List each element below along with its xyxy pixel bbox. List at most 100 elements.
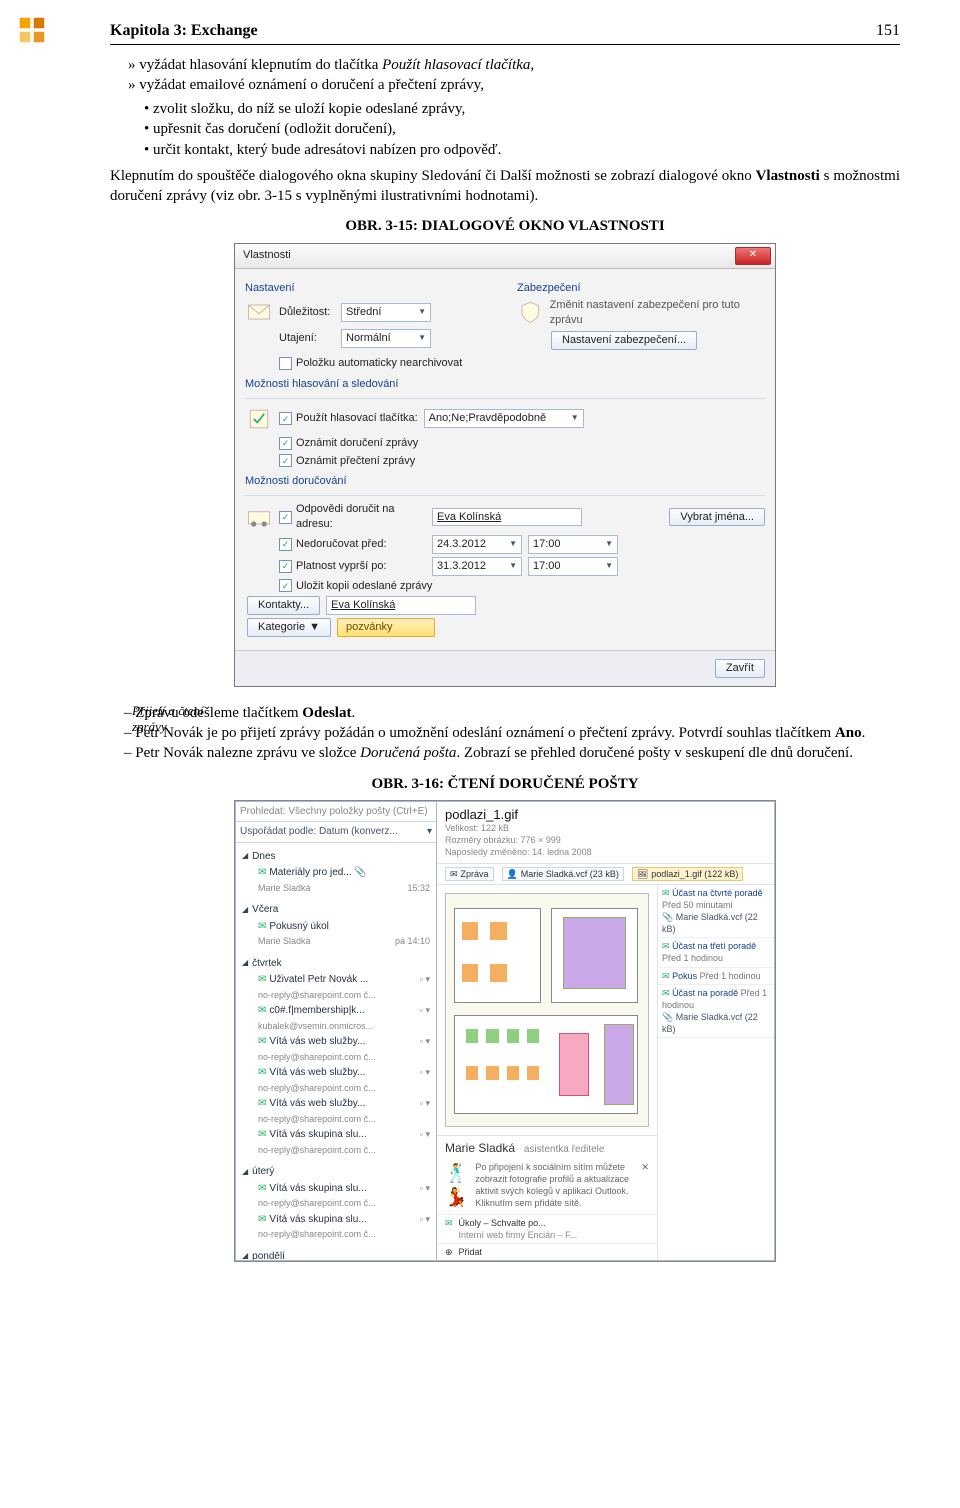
arrow-list: vyžádat hlasování klepnutím do tlačítka … bbox=[110, 55, 900, 96]
list-item[interactable]: kubalek@vsemin.onmicros... bbox=[242, 1019, 430, 1035]
contacts-input[interactable]: Eva Kolínská bbox=[326, 596, 476, 615]
activity-item[interactable]: ✉ Účast na čtvrté poradě Před 50 minutam… bbox=[658, 885, 774, 939]
chevron-down-icon: ▼ bbox=[509, 561, 517, 572]
list-item[interactable]: no-reply@sharepoint.com č... bbox=[242, 1050, 430, 1066]
group-label: Nastavení bbox=[245, 281, 493, 296]
dash-list: Zprávu odešleme tlačítkem Odeslat. Petr … bbox=[110, 703, 900, 764]
activity-item[interactable]: ✉ Účast na poradě Před 1 hodinou📎 Marie … bbox=[658, 985, 774, 1039]
list-group-header[interactable]: čtvrtek bbox=[242, 957, 430, 971]
sensitivity-dropdown[interactable]: Normální▼ bbox=[341, 329, 431, 348]
chevron-down-icon: ▼ bbox=[571, 413, 579, 424]
importance-label: Důležitost: bbox=[279, 305, 335, 320]
figure-caption: OBR. 3-15: DIALOGOVÉ OKNO VLASTNOSTI bbox=[110, 216, 900, 236]
list-item[interactable]: no-reply@sharepoint.com č... bbox=[242, 1196, 430, 1212]
read-receipt-checkbox[interactable]: ✓Oznámit přečtení zprávy bbox=[279, 454, 415, 469]
people-icon: 🕺💃 bbox=[445, 1161, 467, 1210]
list-item[interactable]: ✉Vítá vás skupina slu...▫ ▾ bbox=[242, 1212, 430, 1228]
list-group-header[interactable]: pondělí bbox=[242, 1250, 430, 1260]
defer-date-picker[interactable]: 24.3.2012▼ bbox=[432, 535, 522, 554]
mail-icon: ✉ bbox=[662, 888, 670, 898]
expire-date-picker[interactable]: 31.3.2012▼ bbox=[432, 557, 522, 576]
message-list-pane: Prohledat: Všechny položky pošty (Ctrl+E… bbox=[235, 801, 437, 1261]
mail-icon: ✉ bbox=[662, 971, 670, 981]
list-item[interactable]: ✉Vítá vás web služby...▫ ▾ bbox=[242, 1065, 430, 1081]
categories-button[interactable]: Kategorie▼ bbox=[247, 618, 331, 637]
noarchive-checkbox[interactable]: Položku automaticky nearchivovat bbox=[279, 356, 462, 371]
group-label: Možnosti doručování bbox=[245, 474, 765, 489]
select-names-button[interactable]: Vybrat jména... bbox=[669, 508, 765, 527]
expire-time-picker[interactable]: 17:00▼ bbox=[528, 557, 618, 576]
attachment-tab[interactable]: 👤Marie Sladká.vcf (23 kB) bbox=[502, 867, 624, 881]
list-group-header[interactable]: úterý bbox=[242, 1165, 430, 1179]
security-hint: Změnit nastavení zabezpečení pro tuto zp… bbox=[550, 298, 765, 328]
list-item[interactable]: ✉Uživatel Petr Novák ...▫ ▾ bbox=[242, 972, 430, 988]
importance-dropdown[interactable]: Střední▼ bbox=[341, 303, 431, 322]
defer-checkbox[interactable]: ✓Nedoručovat před: bbox=[279, 537, 426, 552]
mail-icon: ✉ bbox=[662, 941, 670, 951]
list-item[interactable]: ✉Vítá vás skupina slu...▫ ▾ bbox=[242, 1127, 430, 1143]
list-group-header[interactable]: Včera bbox=[242, 903, 430, 917]
chevron-down-icon: ▼ bbox=[605, 539, 613, 550]
list-item[interactable]: no-reply@sharepoint.com č... bbox=[242, 1081, 430, 1097]
reply-to-checkbox[interactable]: ✓Odpovědi doručit na adresu: bbox=[279, 502, 426, 532]
list-item[interactable]: ✉Vítá vás skupina slu...▫ ▾ bbox=[242, 1181, 430, 1197]
defer-time-picker[interactable]: 17:00▼ bbox=[528, 535, 618, 554]
security-settings-button[interactable]: Nastavení zabezpečení... bbox=[551, 331, 697, 350]
dash-item: Petr Novák je po přijetí zprávy požádán … bbox=[124, 723, 900, 743]
mail-icon: ✉ bbox=[258, 1036, 266, 1047]
mail-icon: ✉ bbox=[258, 1129, 266, 1140]
dash-item: Petr Novák nalezne zprávu ve složce Doru… bbox=[124, 743, 900, 763]
chevron-down-icon: ▼ bbox=[509, 539, 517, 550]
list-item[interactable]: no-reply@sharepoint.com č... bbox=[242, 1143, 430, 1159]
activity-column: ✉ Účast na čtvrté poradě Před 50 minutam… bbox=[657, 885, 774, 1260]
close-icon[interactable]: ✕ bbox=[641, 1161, 649, 1173]
reply-to-input[interactable]: Eva Kolínská bbox=[432, 508, 582, 527]
floorplan-image bbox=[445, 893, 649, 1128]
expire-checkbox[interactable]: ✓Platnost vyprší po: bbox=[279, 559, 426, 574]
list-item[interactable]: ✉c0#.f|membership|k...▫ ▾ bbox=[242, 1003, 430, 1019]
list-item[interactable]: ✉Pokusný úkol bbox=[242, 919, 430, 935]
group-label: Možnosti hlasování a sledování bbox=[245, 377, 765, 392]
activity-feed-item[interactable]: ✉ Úkoly – Schvalte po...Interní web firm… bbox=[437, 1214, 657, 1243]
chevron-down-icon: ▼ bbox=[418, 307, 426, 318]
mail-icon: ✉ bbox=[258, 867, 266, 878]
activity-item[interactable]: ✉ Pokus Před 1 hodinou bbox=[658, 968, 774, 985]
sensitivity-label: Utajení: bbox=[279, 331, 335, 346]
dash-item: Zprávu odešleme tlačítkem Odeslat. bbox=[124, 703, 900, 723]
close-icon[interactable]: ✕ bbox=[735, 247, 771, 265]
voting-options-dropdown[interactable]: Ano;Ne;Pravděpodobně▼ bbox=[424, 409, 584, 428]
delivery-receipt-checkbox[interactable]: ✓Oznámit doručení zprávy bbox=[279, 436, 418, 451]
list-item[interactable]: ✉Vítá vás web služby...▫ ▾ bbox=[242, 1034, 430, 1050]
chevron-down-icon: ▼ bbox=[605, 561, 613, 572]
page-number: 151 bbox=[876, 20, 900, 42]
sender-name: Marie Sladká bbox=[445, 1141, 515, 1155]
voting-checkbox[interactable]: ✓Použít hlasovací tlačítka: bbox=[279, 411, 418, 426]
list-item[interactable]: Marie Sladká15:32 bbox=[242, 881, 430, 897]
dot-item: upřesnit čas doručení (odložit doručení)… bbox=[144, 119, 900, 139]
list-item[interactable]: no-reply@sharepoint.com č... bbox=[242, 1112, 430, 1128]
chevron-down-icon: ▼ bbox=[309, 620, 320, 635]
sort-dropdown[interactable]: Uspořádat podle: Datum (konverz...▾ bbox=[236, 822, 436, 843]
list-item[interactable]: no-reply@sharepoint.com č... bbox=[242, 988, 430, 1004]
list-item[interactable]: ✉Materiály pro jed... 📎 bbox=[242, 865, 430, 881]
add-feed-button[interactable]: ⊕Přidat bbox=[437, 1243, 657, 1260]
delivery-icon bbox=[245, 503, 273, 531]
shield-icon bbox=[517, 299, 544, 327]
attachment-title: podlazi_1.gif bbox=[445, 806, 766, 824]
search-input[interactable]: Prohledat: Všechny položky pošty (Ctrl+E… bbox=[236, 802, 436, 823]
save-copy-checkbox[interactable]: ✓Uložit kopii odeslané zprávy bbox=[279, 579, 432, 594]
image-icon: 🖼 bbox=[637, 868, 648, 880]
activity-item[interactable]: ✉ Účast na třetí poradě Před 1 hodinou bbox=[658, 938, 774, 967]
list-item[interactable]: no-reply@sharepoint.com č... bbox=[242, 1227, 430, 1243]
list-group-header[interactable]: Dnes bbox=[242, 850, 430, 864]
outlook-reading-pane: Prohledat: Všechny položky pošty (Ctrl+E… bbox=[234, 800, 776, 1262]
attachment-tab[interactable]: ✉Zpráva bbox=[445, 867, 494, 881]
list-item[interactable]: ✉Vítá vás web služby...▫ ▾ bbox=[242, 1096, 430, 1112]
contacts-button[interactable]: Kontakty... bbox=[247, 596, 320, 615]
list-item[interactable]: Marie Sladkápá 14:10 bbox=[242, 934, 430, 950]
attachment-tab-active[interactable]: 🖼podlazi_1.gif (122 kB) bbox=[632, 867, 744, 881]
dialog-title: Vlastnosti bbox=[243, 248, 291, 263]
category-tag[interactable]: pozvánky bbox=[337, 618, 435, 637]
mail-icon: ✉ bbox=[258, 974, 266, 985]
close-button[interactable]: Zavřít bbox=[715, 659, 765, 678]
